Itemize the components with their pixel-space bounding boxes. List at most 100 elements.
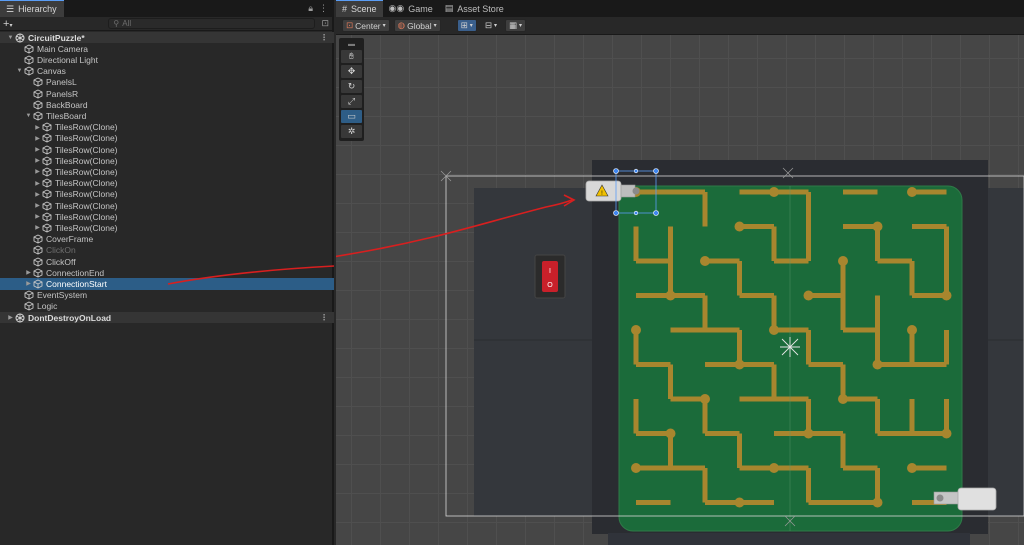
drag-handle-icon[interactable]: ▬ xyxy=(341,40,362,48)
wire-node xyxy=(734,359,745,370)
collapse-arrow-icon[interactable]: ▶ xyxy=(33,191,42,198)
scene-row[interactable]: ▶ DontDestroyOnLoad ⋮ xyxy=(0,312,334,324)
gameobject-cube-icon xyxy=(42,201,52,211)
wire-node xyxy=(769,325,779,335)
search-input[interactable]: ⚲ All xyxy=(108,18,316,29)
hierarchy-row[interactable]: ▶ TilesRow(Clone) xyxy=(0,200,334,211)
hierarchy-row[interactable]: ClickOn xyxy=(0,245,334,256)
tab-scene-label: Scene xyxy=(351,4,377,14)
hierarchy-row-label: ClickOn xyxy=(46,245,76,256)
hierarchy-row[interactable]: EventSystem xyxy=(0,290,334,301)
collapse-arrow-icon[interactable]: ▶ xyxy=(6,314,15,321)
tab-scene[interactable]: # Scene xyxy=(336,0,383,17)
hierarchy-row[interactable]: ▶ TilesRow(Clone) xyxy=(0,144,334,155)
collapse-arrow-icon[interactable]: ▶ xyxy=(33,213,42,220)
tab-asset-store[interactable]: ▤ Asset Store xyxy=(439,0,510,17)
gameobject-cube-icon xyxy=(24,290,34,300)
collapse-arrow-icon[interactable]: ▶ xyxy=(33,146,42,153)
snap-increment-button[interactable]: ⊟ ▾ xyxy=(481,19,501,32)
scene-viewport[interactable]: I O ! ▬ ✋︎ ✥ ↻ ⤢ ▭ ✲ xyxy=(336,35,1024,545)
expand-arrow-icon[interactable]: ▼ xyxy=(24,113,33,119)
kebab-menu-icon[interactable]: ⋮ xyxy=(320,313,328,322)
pivot-dropdown[interactable]: ⊡ Center ▾ xyxy=(342,19,390,32)
hierarchy-row[interactable]: ▶ TilesRow(Clone) xyxy=(0,133,334,144)
gameobject-cube-icon xyxy=(33,100,43,110)
collapse-arrow-icon[interactable]: ▶ xyxy=(33,168,42,175)
add-button[interactable]: +▾ xyxy=(3,18,22,30)
pivot-gizmo[interactable] xyxy=(780,337,800,357)
collapse-arrow-icon[interactable]: ▶ xyxy=(33,202,42,209)
hierarchy-row[interactable]: Directional Light xyxy=(0,54,334,65)
hierarchy-row-label: TilesBoard xyxy=(46,110,87,121)
grid-settings-icon: ▦ xyxy=(508,20,517,30)
wire-node xyxy=(734,497,745,508)
hierarchy-row[interactable]: PanelsL xyxy=(0,77,334,88)
kebab-menu-icon[interactable]: ⋮ xyxy=(319,3,328,14)
scene-row[interactable]: ▼ CircuitPuzzle* ⋮ xyxy=(0,32,334,44)
hierarchy-row[interactable]: PanelsR xyxy=(0,88,334,99)
hierarchy-row[interactable]: ▶ ConnectionStart xyxy=(0,278,334,290)
collapse-arrow-icon[interactable]: ▶ xyxy=(33,135,42,142)
kebab-menu-icon[interactable]: ⋮ xyxy=(320,33,328,42)
hierarchy-row-label: TilesRow(Clone) xyxy=(55,211,118,222)
collapse-arrow-icon[interactable]: ▶ xyxy=(24,269,33,276)
hierarchy-row-label: CoverFrame xyxy=(46,234,94,245)
gameobject-cube-icon xyxy=(33,268,43,278)
wire-node xyxy=(734,221,745,232)
wire-node xyxy=(665,290,676,301)
wire-node xyxy=(838,394,848,404)
power-switch[interactable]: I O xyxy=(534,254,566,299)
gameobject-cube-icon xyxy=(42,178,52,188)
collapse-arrow-icon[interactable]: ▶ xyxy=(33,224,42,231)
move-tool-icon[interactable]: ✥ xyxy=(341,65,362,78)
snap-icon: ⊟ xyxy=(484,20,492,30)
hierarchy-row[interactable]: Main Camera xyxy=(0,43,334,54)
gameobject-cube-icon xyxy=(24,44,34,54)
expand-arrow-icon[interactable]: ▼ xyxy=(6,35,15,41)
rotate-tool-icon[interactable]: ↻ xyxy=(341,80,362,93)
hierarchy-row[interactable]: ▶ ConnectionEnd xyxy=(0,267,334,278)
panel-right xyxy=(988,188,1024,516)
hierarchy-panel: ☰ Hierarchy 🔒︎ ⋮ +▾ ⚲ All ⊡ ▼ CircuitPuzz… xyxy=(0,0,334,545)
hierarchy-row[interactable]: ▼ Canvas xyxy=(0,66,334,77)
hierarchy-row[interactable]: ▶ TilesRow(Clone) xyxy=(0,211,334,222)
hand-tool-icon[interactable]: ✋︎ xyxy=(341,50,362,63)
wire-node xyxy=(907,325,917,335)
search-options-icon[interactable]: ⊡ xyxy=(321,18,329,29)
space-dropdown[interactable]: ◍ Global ▾ xyxy=(393,19,441,32)
wire-node xyxy=(700,256,710,266)
tab-hierarchy[interactable]: ☰ Hierarchy xyxy=(0,0,64,17)
hierarchy-row[interactable]: ClickOff xyxy=(0,256,334,267)
hierarchy-row[interactable]: ▶ TilesRow(Clone) xyxy=(0,222,334,233)
hierarchy-row[interactable]: ▶ TilesRow(Clone) xyxy=(0,155,334,166)
expand-arrow-icon[interactable]: ▼ xyxy=(15,68,24,74)
hierarchy-row[interactable]: ▶ TilesRow(Clone) xyxy=(0,122,334,133)
transform-tool-icon[interactable]: ✲ xyxy=(341,125,362,138)
rect-tool-icon[interactable]: ▭ xyxy=(341,110,362,123)
collapse-arrow-icon[interactable]: ▶ xyxy=(24,280,33,287)
grid-settings-button[interactable]: ▦ ▾ xyxy=(504,19,526,32)
collapse-arrow-icon[interactable]: ▶ xyxy=(33,124,42,131)
chevron-down-icon: ▾ xyxy=(469,23,473,29)
hierarchy-row[interactable]: ▶ TilesRow(Clone) xyxy=(0,166,334,177)
search-placeholder: All xyxy=(122,19,132,28)
tab-game[interactable]: ◉◉ Game xyxy=(383,0,439,17)
hierarchy-toolbar: +▾ ⚲ All ⊡ xyxy=(0,17,332,31)
collapse-arrow-icon[interactable]: ▶ xyxy=(33,157,42,164)
hierarchy-row[interactable]: CoverFrame xyxy=(0,234,334,245)
hierarchy-row[interactable]: Logic xyxy=(0,301,334,312)
globe-icon: ◍ xyxy=(397,20,406,30)
hierarchy-row[interactable]: ▶ TilesRow(Clone) xyxy=(0,189,334,200)
lock-icon[interactable]: 🔒︎ xyxy=(308,3,313,14)
hierarchy-row-label: ConnectionStart xyxy=(46,278,107,289)
hierarchy-row[interactable]: ▼ TilesBoard xyxy=(0,110,334,121)
hierarchy-row[interactable]: BackBoard xyxy=(0,99,334,110)
hierarchy-row[interactable]: ▶ TilesRow(Clone) xyxy=(0,178,334,189)
hierarchy-row-label: TilesRow(Clone) xyxy=(55,189,118,200)
scale-tool-icon[interactable]: ⤢ xyxy=(341,95,362,108)
wire-node xyxy=(769,187,779,197)
wire-node xyxy=(803,290,814,301)
collapse-arrow-icon[interactable]: ▶ xyxy=(33,180,42,187)
grid-snap-button[interactable]: ⊞ ▾ xyxy=(456,19,477,32)
hierarchy-tab-label: Hierarchy xyxy=(18,4,57,14)
